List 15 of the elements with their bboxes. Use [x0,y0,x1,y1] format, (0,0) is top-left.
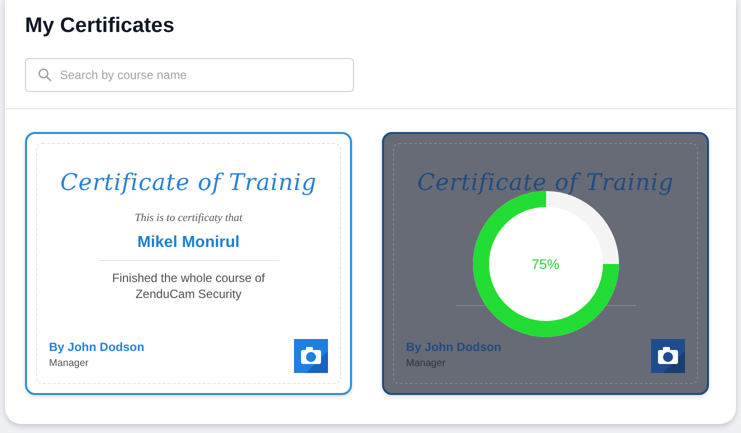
certificate-card[interactable]: Certificate of Trainig This is to certificaty that Mikel Monirul Finished the whole course of ZenduCam Security By John Dodson Manager [25,132,352,395]
signer-role: Manager [49,358,90,369]
certificate-heading: Certificate of Trainig [60,169,317,198]
certificate-subheading: This is to certificaty that [134,212,242,224]
recipient-name: Mikel Monirul [137,234,240,252]
signer-name: By John Dodson [49,340,144,354]
certificate-heading: Certificate of Trainig [417,169,674,198]
camera-logo-icon [294,339,328,373]
camera-logo-icon [651,339,685,373]
search-field[interactable]: Search by course name [25,58,354,92]
page-title: My Certificates [25,13,176,39]
progress-percent: 75% [531,256,560,272]
signer-name: By John Dodson [406,340,502,354]
signer-role: Manager [406,358,446,369]
certificate-text: Finished the whole course of ZenduCam Security [111,270,266,302]
